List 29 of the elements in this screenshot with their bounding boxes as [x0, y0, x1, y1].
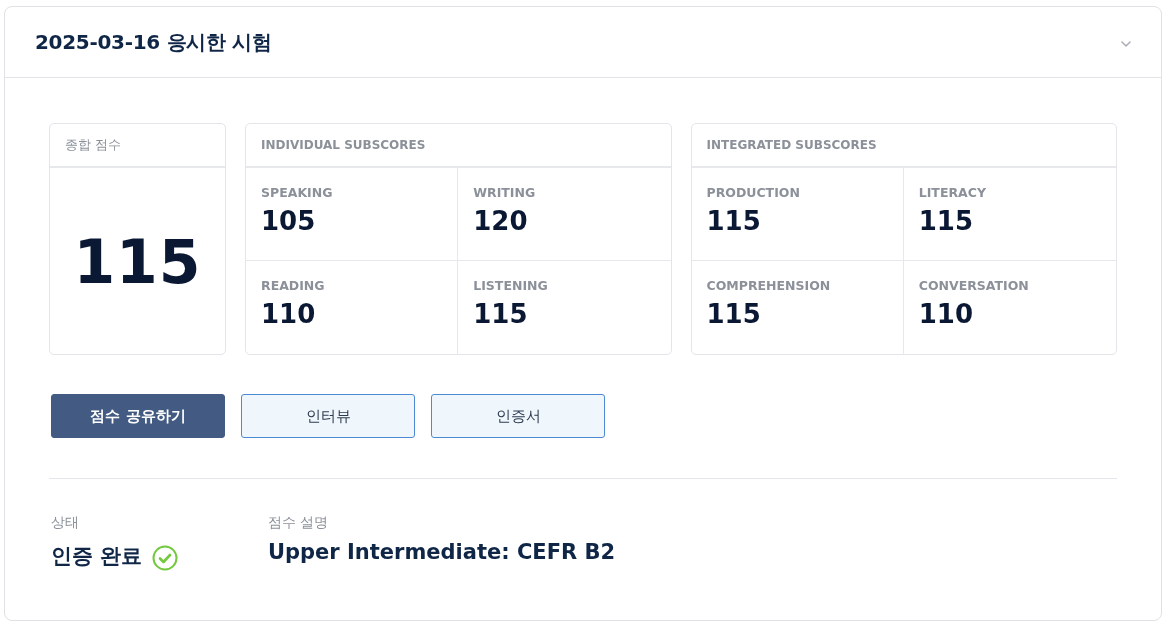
subscore-value: 115 [473, 299, 528, 329]
subscore-label: WRITING [473, 185, 536, 200]
subscore-label: SPEAKING [261, 185, 333, 200]
action-button[interactable]: 인증서 [431, 394, 605, 438]
subscore-card-title: INDIVIDUAL SUBSCORES [261, 138, 426, 152]
subscore-value: 115 [706, 206, 761, 236]
subscore-label: READING [261, 278, 325, 293]
share-button[interactable]: 점수 공유하기 [51, 394, 225, 438]
subscore-label: LITERACY [918, 185, 986, 200]
detail-value: Upper Intermediate: CEFR B2 [268, 540, 616, 564]
detail-label: 상태 [51, 514, 79, 532]
total-score-label: 종합 점수 [65, 136, 122, 154]
subscore-value: 115 [706, 299, 761, 329]
subscore-value: 115 [918, 206, 974, 236]
detail-label: 점수 설명 [268, 514, 329, 532]
detail-value: 인증 완료 [51, 542, 143, 570]
subscore-value: 110 [261, 299, 316, 329]
subscore-value: 120 [473, 206, 528, 236]
subscore-value: 110 [918, 299, 974, 329]
subscore-label: PRODUCTION [706, 185, 800, 200]
action-button[interactable]: 인터뷰 [241, 394, 415, 438]
exam-title: 2025-03-16 응시한 시험 [35, 28, 272, 56]
chevron-icon[interactable] [1121, 40, 1131, 47]
subscore-label: CONVERSATION [918, 278, 1029, 293]
subscore-card-title: INTEGRATED SUBSCORES [706, 138, 877, 152]
subscore-label: LISTENING [473, 278, 548, 293]
subscore-label: COMPREHENSION [706, 278, 831, 293]
subscore-value: 105 [261, 206, 316, 236]
total-score-value: 115 [73, 227, 202, 297]
